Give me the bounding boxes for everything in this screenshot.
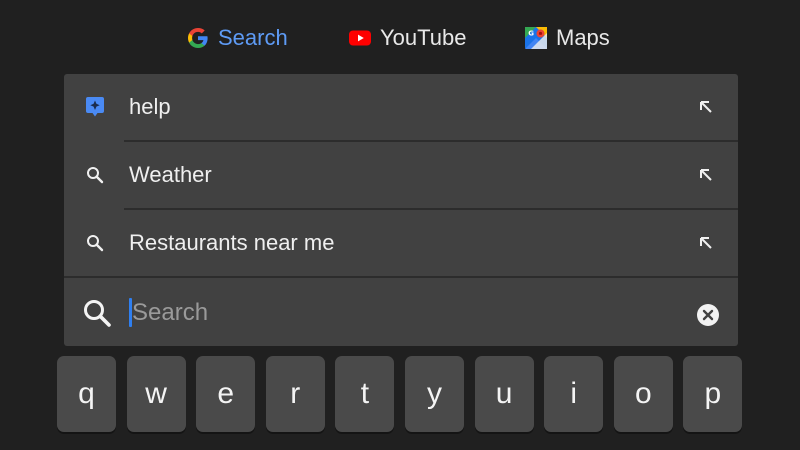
suggestion-label: Weather <box>129 162 212 187</box>
search-screen: Search YouTube G Maps help Weather Resta… <box>0 0 800 450</box>
google-maps-icon: G <box>524 26 548 50</box>
search-icon <box>82 298 112 328</box>
youtube-icon <box>348 26 372 50</box>
suggestion-help[interactable]: help <box>64 74 738 140</box>
search-panel: help Weather Restaurants near me Search <box>64 74 738 346</box>
suggestion-label: Restaurants near me <box>129 230 335 255</box>
suggestion-weather[interactable]: Weather <box>64 142 738 208</box>
search-icon <box>84 164 106 186</box>
google-g-icon <box>186 26 210 50</box>
key-i[interactable]: i <box>544 356 604 432</box>
arrow-up-left-icon[interactable] <box>694 231 718 255</box>
svg-text:G: G <box>528 30 534 38</box>
search-app-label: Search <box>218 25 288 50</box>
arrow-up-left-icon[interactable] <box>694 95 718 119</box>
key-r[interactable]: r <box>265 356 325 432</box>
youtube-app-label: YouTube <box>380 25 467 50</box>
key-o[interactable]: o <box>613 356 673 432</box>
maps-app-label: Maps <box>556 25 610 50</box>
key-p[interactable]: p <box>683 356 743 432</box>
app-links: Search YouTube G Maps <box>0 22 800 54</box>
search-bar <box>64 278 738 346</box>
assistant-icon <box>84 96 106 118</box>
search-app-link[interactable]: Search <box>186 22 288 54</box>
key-u[interactable]: u <box>474 356 534 432</box>
arrow-up-left-icon[interactable] <box>694 163 718 187</box>
suggestion-restaurants[interactable]: Restaurants near me <box>64 210 738 276</box>
search-input[interactable] <box>132 296 672 330</box>
search-icon <box>84 232 106 254</box>
key-q[interactable]: q <box>57 356 116 432</box>
youtube-app-link[interactable]: YouTube <box>348 22 466 54</box>
clear-icon[interactable] <box>697 304 719 326</box>
key-w[interactable]: w <box>126 356 186 432</box>
keyboard-row: q w e r t y u i o p <box>57 356 743 432</box>
key-e[interactable]: e <box>196 356 256 432</box>
maps-app-link[interactable]: G Maps <box>524 22 610 54</box>
suggestion-label: help <box>129 94 171 119</box>
key-y[interactable]: y <box>405 356 464 432</box>
key-t[interactable]: t <box>335 356 395 432</box>
